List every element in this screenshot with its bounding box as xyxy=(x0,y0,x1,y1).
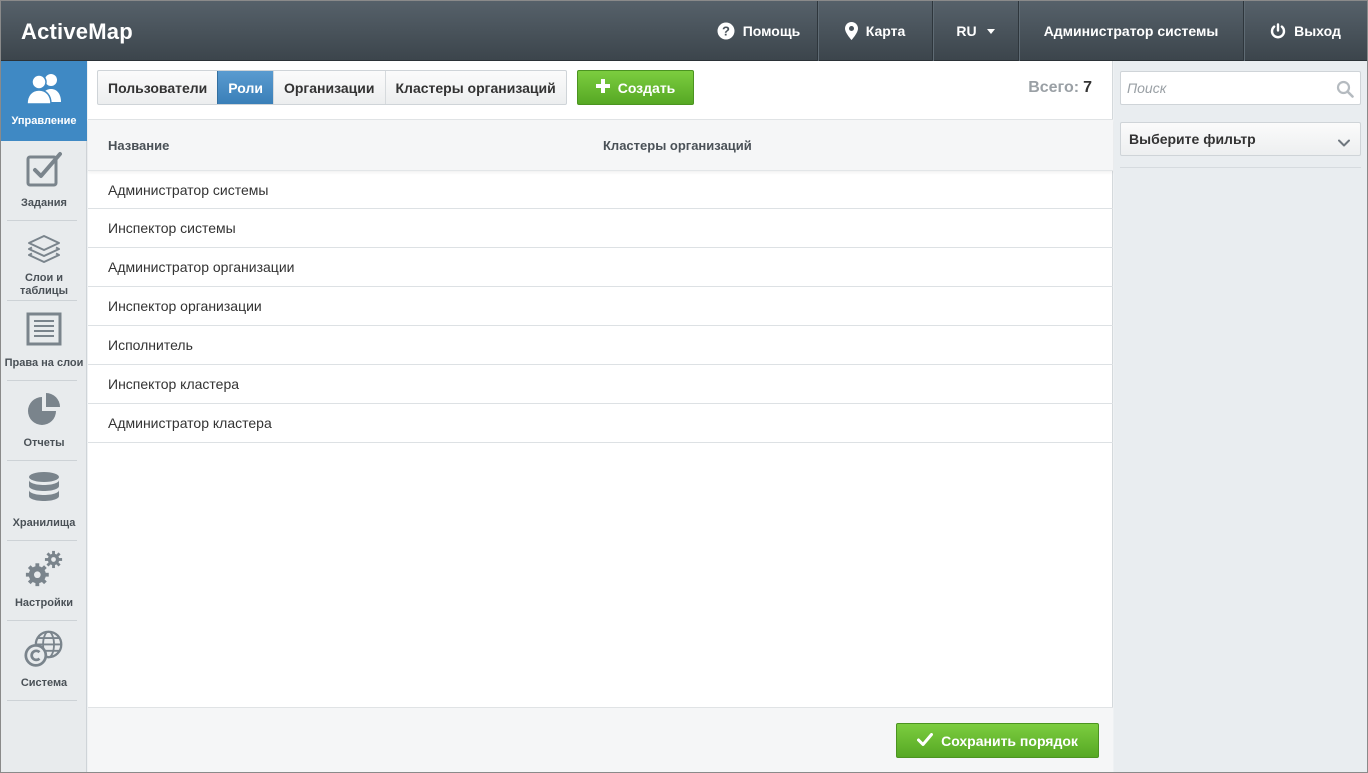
filter-label: Выберите фильтр xyxy=(1129,131,1256,147)
sidebar-label: Отчеты xyxy=(23,437,65,449)
total-count: Всего: 7 xyxy=(1028,79,1092,97)
map-label: Карта xyxy=(865,23,906,39)
table-row[interactable]: Инспектор системы xyxy=(88,209,1113,248)
logout-link[interactable]: Выход xyxy=(1243,1,1367,61)
tab-bar: Пользователи Роли Организации Кластеры о… xyxy=(97,70,567,105)
user-name: Администратор системы xyxy=(1043,23,1219,39)
table-row[interactable]: Инспектор организации xyxy=(88,287,1113,326)
users-icon xyxy=(24,69,64,109)
logout-label: Выход xyxy=(1294,23,1341,39)
language-label: RU xyxy=(956,23,977,39)
layers-icon xyxy=(24,229,64,269)
database-icon xyxy=(24,469,64,509)
table-row[interactable]: Инспектор кластера xyxy=(88,365,1113,404)
table-row[interactable]: Администратор системы xyxy=(88,171,1113,209)
map-link[interactable]: Карта xyxy=(817,1,932,61)
help-label: Помощь xyxy=(742,23,801,39)
tab-users[interactable]: Пользователи xyxy=(98,71,217,104)
filter-dropdown[interactable]: Выберите фильтр xyxy=(1120,122,1361,156)
help-icon: ? xyxy=(717,22,735,40)
table-row[interactable]: Администратор кластера xyxy=(88,404,1113,443)
document-list-icon xyxy=(24,309,64,349)
sidebar-item-reports[interactable]: Отчеты xyxy=(1,381,87,461)
chevron-down-icon xyxy=(1338,134,1350,150)
search-box xyxy=(1120,71,1361,105)
tab-organization-clusters[interactable]: Кластеры организаций xyxy=(384,71,566,104)
chevron-down-icon xyxy=(986,28,995,34)
filter-panel: Выберите фильтр xyxy=(1114,61,1367,772)
sidebar-item-tasks[interactable]: Задания xyxy=(1,141,87,221)
search-icon[interactable] xyxy=(1336,80,1354,103)
globe-copyright-icon xyxy=(24,629,64,669)
sidebar-label: Слои и таблицы xyxy=(20,272,68,297)
sidebar-item-management[interactable]: Управление xyxy=(1,61,87,141)
sidebar-label: Задания xyxy=(21,197,67,209)
table-header: Название Кластеры организаций xyxy=(88,119,1113,171)
svg-text:?: ? xyxy=(722,24,730,39)
create-button[interactable]: Создать xyxy=(577,70,694,105)
gears-icon xyxy=(24,549,64,589)
save-order-button[interactable]: Сохранить порядок xyxy=(896,723,1099,758)
sidebar-label: Права на слои xyxy=(4,357,84,369)
column-header-name[interactable]: Название xyxy=(108,138,169,153)
sidebar-item-storage[interactable]: Хранилища xyxy=(1,461,87,541)
save-order-label: Сохранить порядок xyxy=(941,732,1078,749)
sidebar-label: Хранилища xyxy=(12,517,76,529)
create-label: Создать xyxy=(617,79,676,96)
top-nav: ? Помощь Карта RU Администратор системы xyxy=(700,1,1367,61)
table-row[interactable]: Администратор организации xyxy=(88,248,1113,287)
sidebar-item-layers[interactable]: Слои и таблицы xyxy=(1,221,87,301)
app-window: ActiveMap ? Помощь Карта RU Администрато… xyxy=(0,0,1368,773)
checkmark-icon xyxy=(917,732,934,749)
table-row[interactable]: Исполнитель xyxy=(88,326,1113,365)
total-value: 7 xyxy=(1083,79,1092,96)
plus-icon xyxy=(595,79,610,96)
help-link[interactable]: ? Помощь xyxy=(700,1,817,61)
checkbox-icon xyxy=(24,149,64,189)
sidebar: Управление Задания Слои и таблицы Права … xyxy=(1,61,87,772)
app-logo[interactable]: ActiveMap xyxy=(21,19,133,45)
language-dropdown[interactable]: RU xyxy=(932,1,1018,61)
user-menu[interactable]: Администратор системы xyxy=(1018,1,1243,61)
sidebar-item-layer-permissions[interactable]: Права на слои xyxy=(1,301,87,381)
roles-table: Администратор системы Инспектор системы … xyxy=(88,171,1113,443)
map-pin-icon xyxy=(844,22,858,40)
sidebar-item-settings[interactable]: Настройки xyxy=(1,541,87,621)
main-panel: Пользователи Роли Организации Кластеры о… xyxy=(88,61,1113,772)
column-header-clusters[interactable]: Кластеры организаций xyxy=(603,138,752,153)
top-bar: ActiveMap ? Помощь Карта RU Администрато… xyxy=(1,1,1367,61)
sidebar-item-system[interactable]: Система xyxy=(1,621,87,701)
tab-organizations[interactable]: Организации xyxy=(272,71,385,104)
tab-roles[interactable]: Роли xyxy=(217,71,273,104)
power-icon xyxy=(1270,23,1286,39)
pie-chart-icon xyxy=(24,389,64,429)
footer-bar: Сохранить порядок xyxy=(88,707,1113,772)
divider xyxy=(1120,167,1361,168)
sidebar-label: Система xyxy=(20,677,68,689)
total-label: Всего: xyxy=(1028,79,1080,96)
sidebar-label: Настройки xyxy=(14,597,74,609)
search-input[interactable] xyxy=(1121,72,1360,104)
sidebar-label: Управление xyxy=(11,115,77,127)
